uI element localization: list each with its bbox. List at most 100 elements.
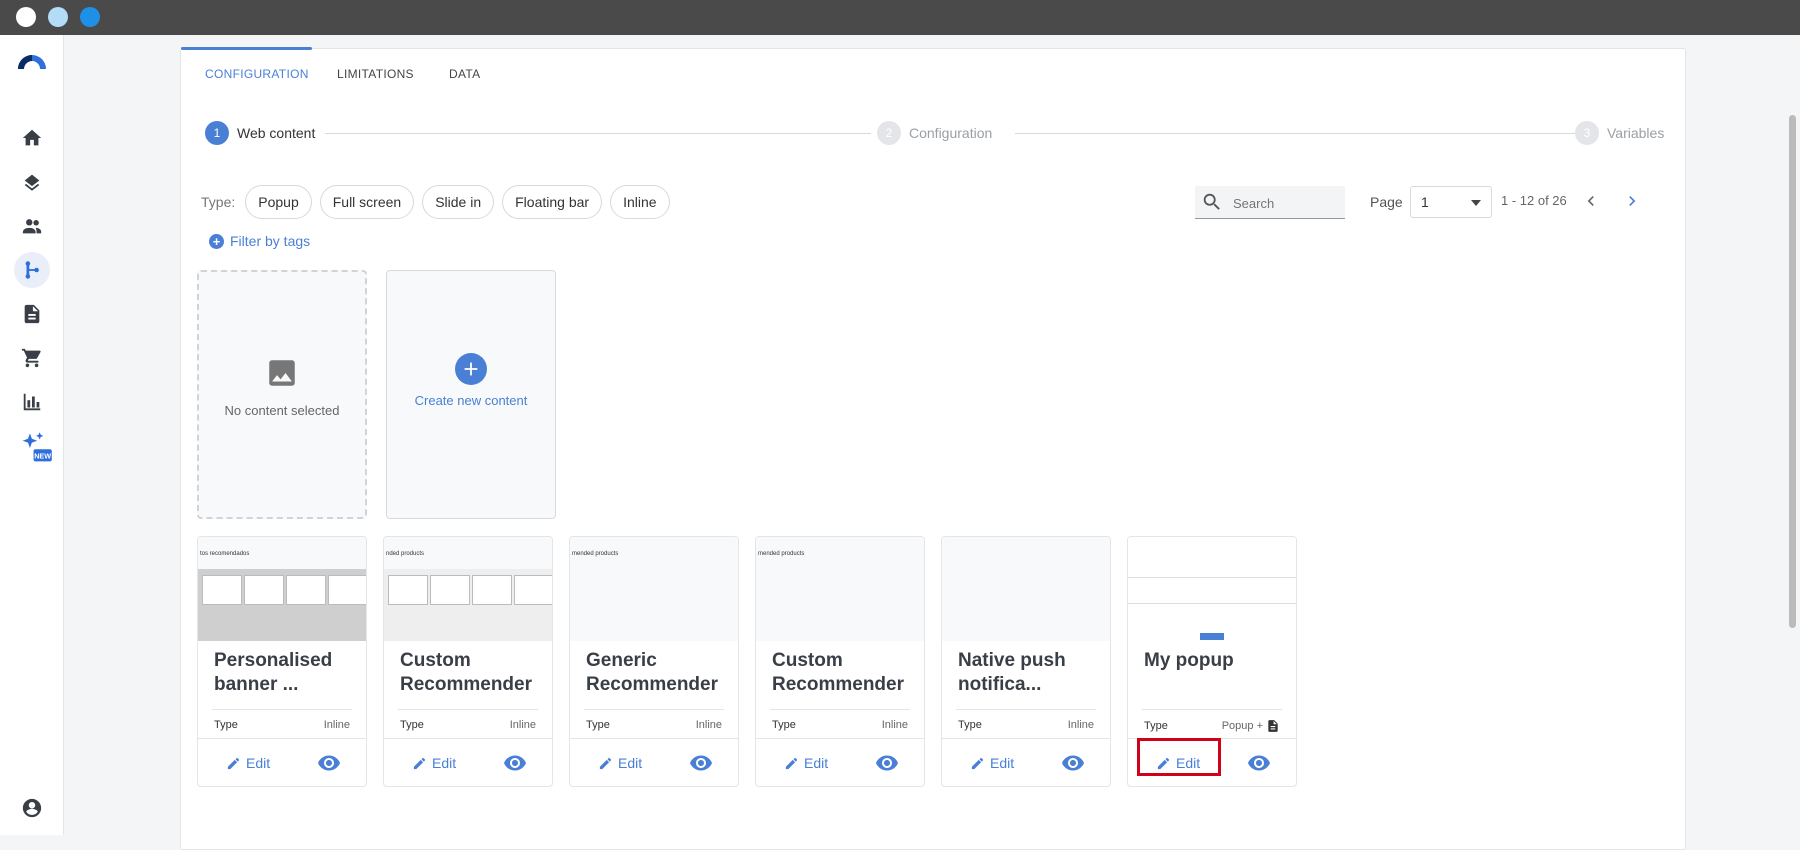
- search-input[interactable]: [1231, 192, 1340, 214]
- card-thumbnail: tos recomendados: [198, 537, 366, 641]
- create-new-content-card[interactable]: Create new content: [386, 270, 556, 519]
- window-maximize-dot[interactable]: [80, 7, 100, 27]
- tab-configuration[interactable]: CONFIGURATION: [205, 67, 309, 81]
- step-connector: [325, 133, 871, 134]
- image-icon: [269, 360, 295, 386]
- tab-limitations[interactable]: LIMITATIONS: [337, 67, 414, 81]
- chip-full-screen[interactable]: Full screen: [319, 185, 415, 219]
- card-title: Native push notifica...: [958, 650, 1066, 695]
- pencil-icon: [413, 757, 426, 769]
- filter-by-tags-label: Filter by tags: [230, 233, 311, 249]
- card-type-value: Inline: [323, 719, 350, 731]
- card-type-row: Type Inline: [958, 719, 1094, 731]
- window-minimize-dot[interactable]: [48, 7, 68, 27]
- main-panel: CONFIGURATION LIMITATIONS DATA 1 Web con…: [180, 47, 1686, 850]
- people-icon[interactable]: [14, 208, 50, 244]
- edit-button[interactable]: Edit: [598, 749, 642, 777]
- card-type-row: Type Inline: [400, 719, 536, 731]
- chip-floating-bar[interactable]: Floating bar: [502, 185, 603, 219]
- edit-label: Edit: [618, 755, 643, 771]
- search-icon: [1203, 193, 1220, 210]
- preview-button[interactable]: [874, 751, 900, 775]
- preview-button[interactable]: [1060, 751, 1086, 775]
- pencil-icon: [971, 757, 984, 769]
- prev-page-button[interactable]: [1578, 188, 1604, 214]
- card-type-key: Type: [400, 719, 424, 731]
- eye-icon: [690, 755, 712, 771]
- thumbnail-header-text: nded products: [386, 551, 425, 557]
- card-title: Custom Recommender: [400, 650, 532, 695]
- card-thumbnail: mended products: [570, 537, 738, 641]
- ai-new-icon[interactable]: NEW: [16, 428, 56, 468]
- journeys-icon[interactable]: [14, 252, 50, 288]
- card-type-key: Type: [772, 719, 796, 731]
- home-icon[interactable]: [14, 120, 50, 156]
- card-type-row: Type Popup +: [1144, 719, 1280, 733]
- content-card: mended products Custom Recommender Type …: [755, 536, 925, 787]
- edit-button[interactable]: Edit: [970, 749, 1014, 777]
- chip-slide-in[interactable]: Slide in: [422, 185, 495, 219]
- page-select[interactable]: 1: [1410, 186, 1492, 218]
- step-configuration[interactable]: 2 Configuration: [877, 121, 992, 145]
- edit-button[interactable]: Edit: [412, 749, 456, 777]
- type-filter-label: Type:: [201, 194, 236, 210]
- pencil-icon: [227, 757, 240, 769]
- preview-button[interactable]: [316, 751, 342, 775]
- edit-label: Edit: [246, 755, 271, 771]
- card-title: Custom Recommender: [772, 650, 904, 695]
- svg-text:NEW: NEW: [34, 451, 51, 460]
- card-thumbnail: [1128, 537, 1296, 641]
- card-type-value: Inline: [695, 719, 722, 731]
- card-type-row: Type Inline: [214, 719, 350, 731]
- vertical-scrollbar[interactable]: [1789, 115, 1796, 628]
- preview-button[interactable]: [688, 751, 714, 775]
- pencil-icon: [785, 757, 798, 769]
- plus-circle-icon: +: [209, 233, 224, 249]
- chip-inline[interactable]: Inline: [610, 185, 670, 219]
- document-icon: [1268, 720, 1278, 732]
- analytics-icon[interactable]: [14, 384, 50, 420]
- stepper: 1 Web content 2 Configuration 3 Variable…: [205, 121, 1664, 147]
- no-content-label: No content selected: [224, 403, 340, 418]
- tab-data[interactable]: DATA: [449, 67, 480, 81]
- eye-icon: [876, 755, 898, 771]
- card-title: Personalised banner ...: [214, 650, 333, 695]
- step-label: Configuration: [909, 125, 993, 141]
- edit-button[interactable]: Edit: [784, 749, 828, 777]
- edit-highlight-box: [1137, 738, 1221, 776]
- chip-popup[interactable]: Popup: [245, 185, 312, 219]
- step-label: Web content: [237, 125, 316, 141]
- type-filter-bar: Type: Popup Full screen Slide in Floatin…: [201, 185, 670, 219]
- page-select-value: 1: [1421, 194, 1429, 210]
- cart-icon[interactable]: [14, 340, 50, 376]
- next-page-button[interactable]: [1619, 188, 1645, 214]
- window-close-dot[interactable]: [16, 7, 36, 27]
- card-type-key: Type: [586, 719, 610, 731]
- preview-button[interactable]: [502, 751, 528, 775]
- filter-by-tags-link[interactable]: + Filter by tags: [209, 233, 310, 249]
- card-thumbnail: mended products: [756, 537, 924, 641]
- preview-button[interactable]: [1246, 751, 1272, 775]
- thumbnail-header-text: tos recomendados: [200, 551, 250, 557]
- step-variables[interactable]: 3 Variables: [1575, 121, 1664, 145]
- layers-icon[interactable]: [14, 164, 50, 200]
- step-web-content[interactable]: 1 Web content: [205, 121, 315, 145]
- active-tab-indicator: [181, 47, 312, 50]
- edit-label: Edit: [804, 755, 829, 771]
- tab-bar: CONFIGURATION LIMITATIONS DATA: [181, 47, 1685, 87]
- content-card: nded products Custom Recommender Type In…: [383, 536, 553, 787]
- no-content-card: No content selected: [197, 270, 367, 519]
- card-thumbnail: nded products: [384, 537, 552, 641]
- edit-button[interactable]: Edit: [226, 749, 270, 777]
- create-new-content-label: Create new content: [414, 393, 528, 408]
- document-icon[interactable]: [14, 296, 50, 332]
- eye-icon: [318, 755, 340, 771]
- page-label: Page: [1370, 194, 1403, 210]
- thumbnail-header-text: mended products: [758, 551, 805, 557]
- account-icon[interactable]: [14, 790, 50, 826]
- card-type-value: Inline: [1067, 719, 1094, 731]
- app-logo-icon[interactable]: [16, 53, 48, 71]
- step-number: 3: [1575, 121, 1599, 145]
- eye-icon: [1062, 755, 1084, 771]
- step-number: 1: [205, 121, 229, 145]
